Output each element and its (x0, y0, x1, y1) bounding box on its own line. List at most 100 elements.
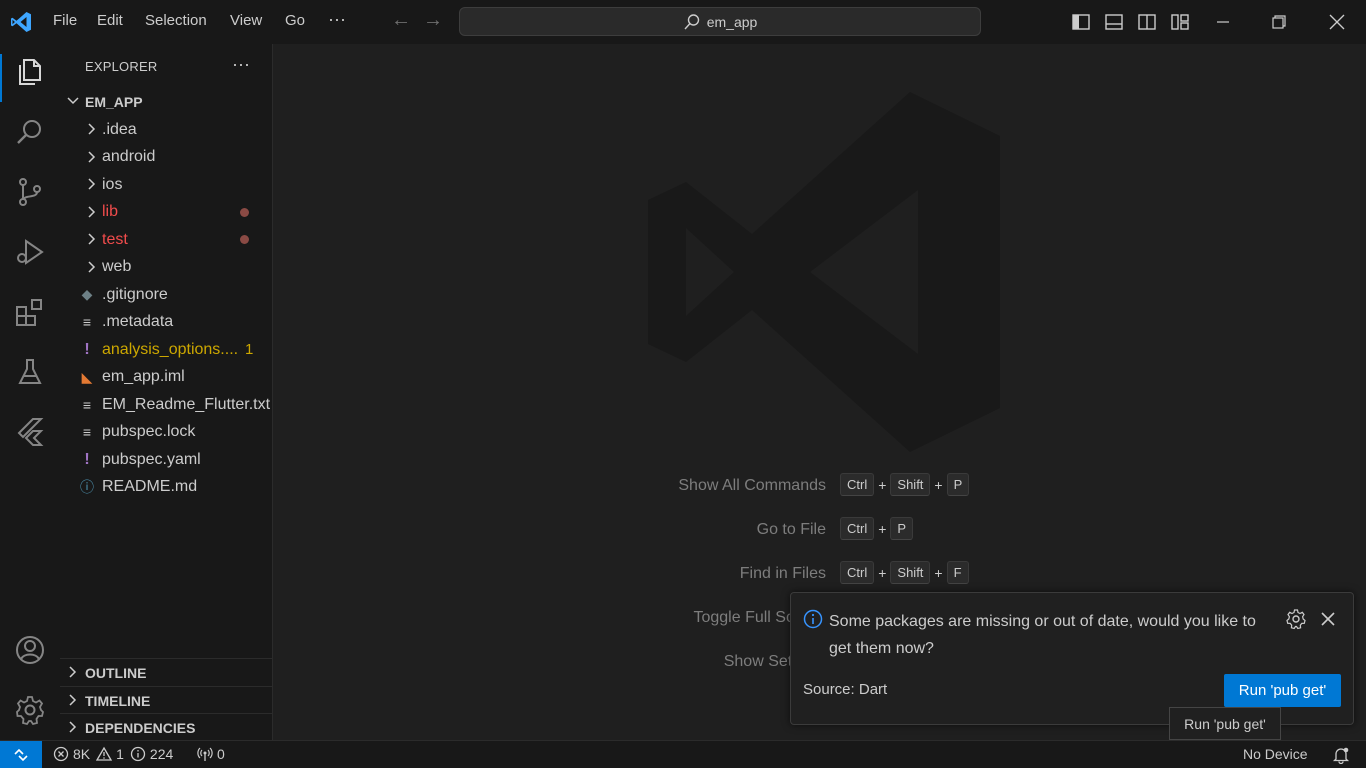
toggle-secondary-sidebar-icon[interactable] (1137, 12, 1157, 32)
notification-close-icon[interactable] (1317, 608, 1339, 630)
close-window-icon[interactable] (1327, 12, 1347, 32)
search-icon[interactable] (14, 116, 46, 148)
activity-bar (0, 44, 60, 740)
chevron-right-icon (88, 123, 96, 135)
section-outline-label: OUTLINE (85, 665, 147, 681)
menu-file[interactable]: File (53, 12, 77, 29)
warning-icon (96, 746, 113, 761)
folder-row[interactable]: ios (60, 171, 272, 198)
file-label: pubspec.yaml (102, 450, 201, 468)
folder-label: web (102, 258, 132, 275)
file-label: pubspec.lock (102, 423, 196, 440)
lines-icon: ≡ (82, 396, 92, 413)
device-selector[interactable]: No Device (1243, 746, 1308, 762)
menu-edit[interactable]: Edit (97, 12, 123, 29)
chevron-right-icon (88, 150, 96, 163)
menu-more[interactable]: ··· (328, 9, 346, 30)
folder-label: ios (102, 175, 123, 193)
ports-indicator[interactable]: 0 (197, 746, 225, 762)
section-outline[interactable]: OUTLINE (60, 658, 272, 685)
error-count: 8K (73, 746, 91, 762)
vscode-watermark-logo-icon (648, 92, 1000, 452)
problems-indicator[interactable]: 8K 1 224 (53, 746, 173, 762)
menu-view[interactable]: View (230, 12, 262, 29)
chevron-right-icon (69, 721, 77, 733)
plus-separator: + (878, 476, 887, 493)
manage-gear-icon[interactable] (14, 694, 46, 726)
menu-go[interactable]: Go (285, 12, 305, 29)
folder-row[interactable]: android (60, 144, 272, 171)
welcome-command-row: Find in Files Ctrl + Shift + F (273, 561, 1366, 587)
customize-layout-icon[interactable] (1170, 12, 1190, 32)
menu-selection[interactable]: Selection (145, 12, 207, 29)
explorer-files-icon[interactable] (14, 56, 46, 88)
info-icon: ⓘ (80, 479, 94, 495)
key-cap: Ctrl (840, 473, 875, 496)
workspace-root[interactable]: EM_APP (60, 88, 272, 115)
broadcast-icon (197, 747, 213, 761)
file-row[interactable]: ≡ EM_Readme_Flutter.txt (60, 391, 272, 418)
plus-separator: + (878, 520, 887, 537)
chevron-right-icon (88, 205, 96, 218)
search-text: em_app (706, 13, 758, 30)
explorer-more-actions[interactable]: ··· (232, 54, 250, 75)
folder-row[interactable]: test (60, 226, 272, 253)
key-cap: Shift (890, 473, 931, 496)
notifications-bell-icon[interactable] (1332, 746, 1350, 764)
forward-arrow-icon[interactable]: → (423, 9, 443, 32)
notification-settings-gear-icon[interactable] (1285, 608, 1307, 630)
file-row[interactable]: ◆ .gitignore (60, 281, 272, 308)
folder-label: lib (102, 203, 119, 220)
folder-label: android (102, 148, 156, 165)
testing-flask-icon[interactable] (14, 356, 46, 388)
modified-dot (240, 207, 249, 217)
chevron-right-icon (88, 260, 96, 273)
welcome-command-label: Go to File (756, 521, 826, 538)
file-row[interactable]: ! analysis_options.... 1 (60, 336, 272, 363)
run-pub-get-button[interactable]: Run 'pub get' (1224, 674, 1341, 707)
source-control-icon[interactable] (14, 176, 46, 208)
file-row[interactable]: ⓘ README.md (60, 474, 272, 501)
lines-icon: ≡ (82, 424, 92, 440)
info-count: 224 (149, 746, 174, 762)
file-row[interactable]: ! pubspec.yaml (60, 446, 272, 473)
plus-separator: + (934, 564, 943, 581)
file-row[interactable]: ◣ em_app.iml (60, 364, 272, 391)
keyboard-shortcut: Ctrl + P (840, 517, 914, 540)
file-label: .metadata (102, 313, 174, 330)
key-cap: P (890, 517, 914, 540)
command-center-search[interactable]: em_app (459, 7, 981, 36)
file-row[interactable]: ≡ .metadata (60, 309, 272, 336)
plus-separator: + (934, 476, 943, 493)
restore-icon[interactable] (1269, 12, 1289, 32)
toggle-panel-icon[interactable] (1104, 12, 1124, 32)
explorer-sidebar: EXPLORER ··· EM_APP .idea android ios lib te… (60, 44, 273, 740)
modified-dot (240, 235, 249, 244)
folder-row[interactable]: .idea (60, 116, 272, 143)
extensions-icon[interactable] (14, 296, 46, 328)
keyboard-shortcut: Ctrl + Shift + P (840, 473, 970, 496)
folder-row[interactable]: web (60, 254, 272, 281)
button-tooltip: Run 'pub get' (1169, 707, 1281, 740)
remote-indicator[interactable] (0, 741, 42, 768)
toggle-primary-sidebar-icon[interactable] (1071, 12, 1091, 32)
workspace-root-label: EM_APP (85, 94, 143, 110)
warning-count: 1 (116, 746, 124, 762)
back-arrow-icon[interactable]: ← (391, 9, 411, 32)
section-dependencies[interactable]: DEPENDENCIES (60, 713, 272, 740)
file-row[interactable]: ≡ pubspec.lock (60, 419, 272, 446)
minimize-icon[interactable] (1213, 12, 1233, 32)
welcome-command-row: Go to File Ctrl + P (273, 517, 1366, 543)
file-label: analysis_options.... (102, 340, 239, 358)
remote-icon (14, 748, 28, 761)
folder-row[interactable]: lib (60, 199, 272, 226)
key-cap: Shift (890, 561, 931, 584)
account-icon[interactable] (14, 634, 46, 666)
welcome-command-label: Show All Commands (678, 477, 826, 494)
vscode-logo-icon (11, 12, 31, 32)
run-debug-icon[interactable] (14, 236, 46, 268)
error-icon (53, 746, 69, 762)
flutter-icon[interactable] (14, 416, 46, 448)
section-timeline[interactable]: TIMELINE (60, 686, 272, 713)
file-label: EM_Readme_Flutter.txt (102, 395, 271, 413)
